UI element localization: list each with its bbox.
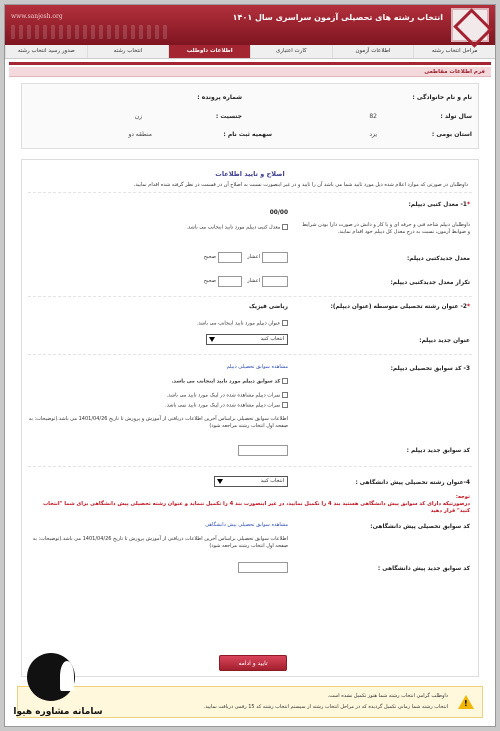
header-pattern	[11, 25, 171, 39]
separator	[28, 192, 472, 193]
q4-warning-text: درصورتیکه دارای کد سوابق پیش دانشگاهی هس…	[42, 501, 470, 514]
separator	[28, 354, 472, 355]
separator	[28, 466, 472, 467]
gender-label: جنسیت :	[215, 113, 242, 120]
header-title: انتخاب رشته های تحصیلی آزمون سراسری سال …	[232, 13, 443, 22]
site-header: انتخاب رشته های تحصیلی آزمون سراسری سال …	[5, 5, 495, 45]
q4-select[interactable]: انتخاب کنید	[214, 476, 288, 487]
gender-value: زن	[134, 113, 142, 120]
q3-option-1: نمرات دیپلم مشاهده شده در لینک مورد تایی…	[167, 392, 288, 400]
tab-selection-steps[interactable]: مراحل انتخاب رشته	[413, 45, 495, 58]
repeat-avg-integer-input[interactable]	[262, 276, 288, 287]
q1-label-text: 1- معدل کتبی دیپلم:	[408, 202, 467, 208]
repeat-avg-decimal-input[interactable]	[218, 276, 242, 287]
required-mark: *	[466, 202, 470, 208]
q3-option-2-checkbox[interactable]	[282, 402, 288, 408]
required-mark: *	[466, 304, 470, 310]
notice-line-2: انتخاب رشته شما زمانی تکمیل گردیده که در…	[203, 704, 448, 710]
form-title: اصلاح و تایید اطلاعات	[215, 170, 285, 178]
notice-line-1: داوطلب گرامی انتخاب رشته شما هنوز تکمیل …	[327, 693, 448, 699]
q2-confirm-text: عنوان دیپلم مورد تایید اینجانب می باشد.	[196, 320, 281, 327]
preuni-new-code-label: کد سوابق جدید پیش دانشگاهی :	[377, 566, 470, 572]
new-code-label: کد سوابق جدید دیپلم :	[406, 448, 470, 454]
new-title-select[interactable]: انتخاب کنید	[206, 334, 288, 345]
separator	[28, 296, 472, 297]
q3-option-2: نمرات دیپلم مشاهده شده در لینک مورد تایی…	[165, 402, 288, 410]
tab-credit-card[interactable]: کارت اعتباری	[249, 45, 332, 58]
q3-option-1-checkbox[interactable]	[282, 392, 288, 398]
q2-label: *2- عنوان رشته تحصیلی متوسطه (عنوان دیپل…	[331, 304, 470, 310]
decimal-label: اعشار	[247, 254, 260, 260]
chevron-down-icon	[209, 337, 215, 342]
sanjesh-logo-icon	[451, 8, 489, 42]
q3-confirm-checkbox[interactable]	[282, 378, 288, 384]
new-avg-decimal-input[interactable]	[218, 252, 242, 263]
tab-exam-info[interactable]: اطلاعات آزمون	[331, 45, 414, 58]
q4-warning-title: توجه:	[455, 494, 470, 500]
q4-label: 4-عنوان رشته تحصیلی پیش دانشگاهی :	[355, 480, 470, 486]
select-value: انتخاب کنید	[260, 336, 284, 342]
preuni-history-link[interactable]: مشاهده سوابق تحصیلی پیش دانشگاهی	[205, 522, 288, 529]
name-label: نام و نام خانوادگی :	[412, 94, 472, 101]
q1-value: 00/00	[269, 210, 288, 216]
tab-receipt[interactable]: صدور رسید انتخاب رشته	[5, 45, 87, 58]
watermark-text: سامانه مشاوره هیوا	[13, 707, 103, 717]
dossier-label: شماره پرونده :	[197, 94, 242, 101]
q2-confirm-checkbox[interactable]	[282, 320, 288, 326]
new-title-label: عنوان جدید دیپلم:	[419, 338, 470, 344]
q2-confirm-row: عنوان دیپلم مورد تایید اینجانب می باشد.	[197, 320, 288, 328]
q3-option-1-text: نمرات دیپلم مشاهده شده در لینک مورد تایی…	[166, 392, 281, 399]
province-value: یزد	[369, 131, 377, 138]
section-title: فرم اطلاعات مقاطعی	[9, 67, 491, 77]
pen-logo-icon	[27, 653, 75, 701]
edit-form: اصلاح و تایید اطلاعات داوطلبان در صورتی …	[21, 159, 479, 677]
repeat-avg-label: تکرار معدل جدیدکتبی دیپلم:	[390, 280, 470, 286]
q4-warning: توجه: درصورتیکه دارای کد سوابق پیش دانشگ…	[30, 494, 470, 515]
integer-label-2: صحیح	[203, 278, 216, 284]
watermark-logo: سامانه مشاوره هیوا	[11, 653, 105, 726]
q3-option-2-text: نمرات دیپلم مشاهده شده در لینک مورد تایی…	[165, 402, 281, 409]
new-avg-integer-input[interactable]	[262, 252, 288, 263]
birth-year-value: 82	[369, 113, 377, 120]
q3-note: اطلاعات سوابق تحصیلی براساس آخرین اطلاعا…	[28, 416, 288, 429]
candidate-info-box: نام و نام خانوادگی : شماره پرونده : سال …	[21, 83, 479, 149]
q3-confirm-text: کد سوابق دیپلم مورد تایید اینجانب می باش…	[171, 378, 281, 385]
site-url: www.sanjesh.org	[11, 13, 63, 20]
new-code-input[interactable]	[238, 445, 288, 456]
select-value: انتخاب کنید	[260, 478, 284, 484]
form-description: داوطلبان در صورتی که موارد اعلام شده ذیل…	[133, 182, 468, 188]
new-avg-label: معدل جدیدکتبی دیپلم:	[406, 256, 470, 262]
decimal-label-2: اعشار	[247, 278, 260, 284]
q3-confirm-row: کد سوابق دیپلم مورد تایید اینجانب می باش…	[172, 378, 288, 386]
q3-history-link[interactable]: مشاهده سوابق تحصیلی دیپلم	[227, 364, 288, 371]
chevron-down-icon	[217, 479, 223, 484]
q1-note: داوطلبان دیپلم شاخه فنی و حرفه ای و یا ک…	[302, 222, 470, 235]
divider-bar	[9, 62, 491, 65]
q2-value: ریاضی فیزیک	[248, 304, 288, 310]
main-tabs: مراحل انتخاب رشته اطلاعات آزمون کارت اعت…	[5, 45, 495, 59]
tab-candidate-info[interactable]: اطلاعات داوطلب	[168, 45, 250, 58]
preuni-new-code-input[interactable]	[238, 562, 288, 573]
tab-field-selection[interactable]: انتخاب رشته	[86, 45, 169, 58]
preuni-note: اطلاعات سوابق تحصیلی براساس آخرین اطلاعا…	[32, 536, 288, 549]
submit-button[interactable]: تایید و ادامه	[219, 655, 287, 671]
q1-confirm-checkbox[interactable]	[282, 224, 288, 230]
q2-label-text: 2- عنوان رشته تحصیلی متوسطه (عنوان دیپلم…	[330, 304, 467, 310]
q3-label: 3- کد سوابق تحصیلی دیپلم:	[390, 366, 470, 372]
q1-confirm-text: معدل کتبی دیپلم مورد تایید اینجانب می با…	[186, 224, 281, 231]
q1-confirm-row: معدل کتبی دیپلم مورد تایید اینجانب می با…	[186, 224, 288, 232]
integer-label: صحیح	[203, 254, 216, 260]
birth-year-label: سال تولد :	[440, 113, 472, 120]
page-frame: انتخاب رشته های تحصیلی آزمون سراسری سال …	[4, 4, 496, 727]
province-label: استان بومی :	[431, 131, 472, 138]
q1-label: *1- معدل کتبی دیپلم:	[408, 202, 470, 208]
warning-icon: !	[458, 695, 474, 709]
preuni-code-label: کد سوابق تحصیلی پیش دانشگاهی:	[370, 524, 470, 530]
quota-label: سهمیه ثبت نام :	[223, 131, 272, 138]
quota-value: منطقه دو	[128, 131, 152, 138]
